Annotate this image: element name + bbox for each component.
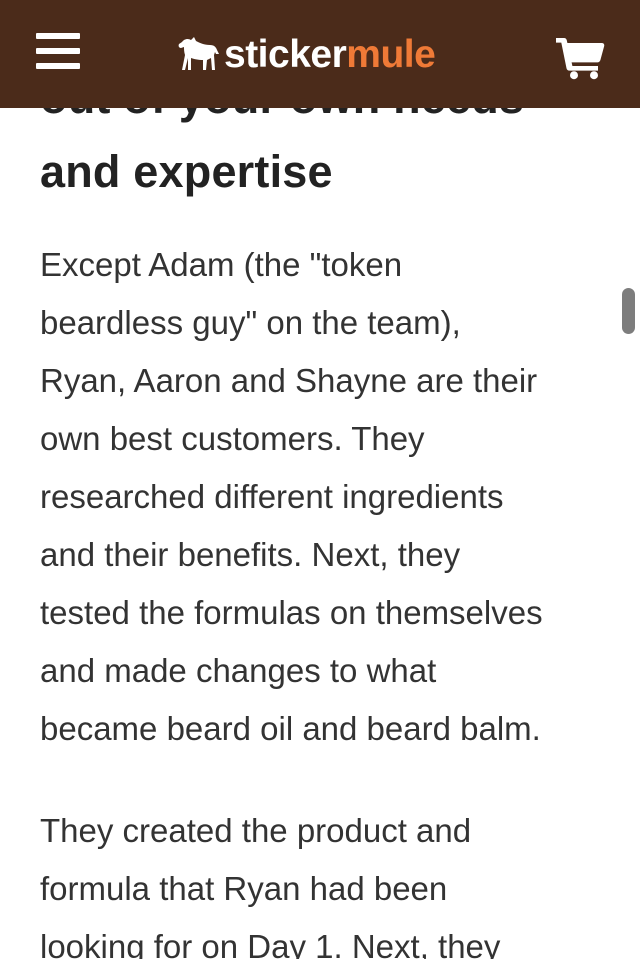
menu-bar-middle — [36, 48, 80, 54]
paragraph-line: Ryan, Aaron and Shayne are their — [40, 362, 538, 399]
paragraph-line: beardless guy" on the team), — [40, 304, 461, 341]
paragraph-line: became beard oil and beard balm. — [40, 710, 541, 747]
article-paragraph-1: Except Adam (the "token beardless guy" o… — [40, 236, 615, 758]
scrollbar-thumb[interactable] — [622, 288, 635, 334]
menu-bar-bottom — [36, 63, 80, 69]
top-navbar: stickermule — [0, 0, 640, 108]
paragraph-line: tested the formulas on themselves — [40, 594, 543, 631]
paragraph-line: Except Adam (the "token — [40, 246, 403, 283]
hamburger-menu-icon[interactable] — [36, 31, 82, 73]
article-content: out of your own needs and expertise Exce… — [0, 0, 640, 959]
paragraph-line: formula that Ryan had been — [40, 870, 448, 907]
paragraph-line: looking for on Day 1. Next, they — [40, 928, 501, 959]
paragraph-line: They created the product and — [40, 812, 472, 849]
section-heading: and expertise — [40, 146, 333, 197]
menu-bar-top — [36, 33, 80, 39]
paragraph-line: and their benefits. Next, they — [40, 536, 461, 573]
shopping-cart-icon[interactable] — [554, 34, 606, 80]
sticker-mule-logo[interactable]: stickermule — [178, 24, 436, 84]
paragraph-line: and made changes to what — [40, 652, 437, 689]
article-paragraph-2: They created the product and formula tha… — [40, 802, 615, 959]
paragraph-line: researched different ingredients — [40, 478, 504, 515]
mule-icon — [178, 34, 220, 74]
paragraph-line: own best customers. They — [40, 420, 425, 457]
logo-word-mule: mule — [346, 32, 436, 76]
logo-word-sticker: sticker — [224, 32, 347, 76]
